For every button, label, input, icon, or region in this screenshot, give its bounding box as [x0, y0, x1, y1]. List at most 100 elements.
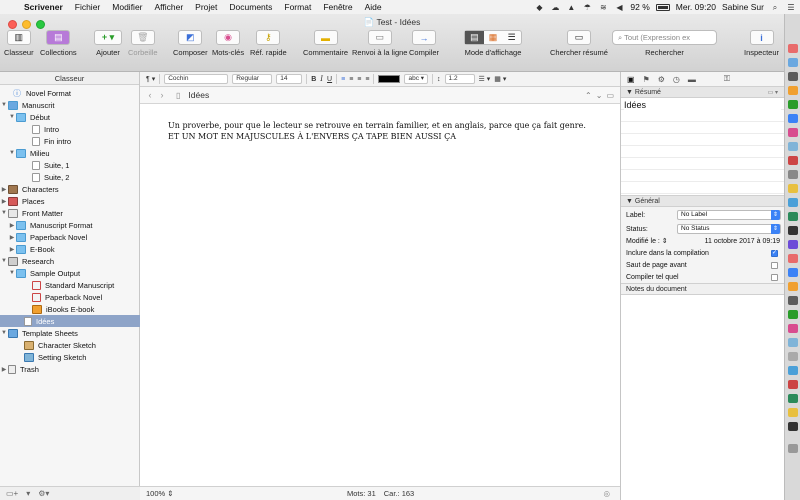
disclosure-open-icon[interactable]: ▼ [8, 270, 16, 276]
disclosure-open-icon[interactable]: ▼ [8, 114, 16, 120]
dock-app-icon[interactable] [788, 142, 798, 151]
align-left-icon[interactable]: ≡ [341, 76, 345, 83]
inspector-toggle-button[interactable]: i Inspecteur [744, 30, 779, 57]
menu-fichier[interactable]: Fichier [69, 2, 107, 12]
binder-item-character-sketch[interactable]: Character Sketch [0, 339, 140, 351]
dock-app-icon[interactable] [788, 282, 798, 291]
dock-app-icon[interactable] [788, 366, 798, 375]
disclosure-closed-icon[interactable]: ▶ [8, 246, 16, 253]
synopsis-header[interactable]: ▼ Résumé ▭ ▾ [621, 87, 784, 98]
binder-item-places[interactable]: ▶ Places [0, 195, 140, 207]
disclosure-closed-icon[interactable]: ▶ [0, 198, 8, 205]
disclosure-open-icon[interactable]: ▼ [0, 210, 8, 216]
quick-reference-button[interactable]: ⚷ Réf. rapide [250, 30, 287, 57]
compile-button[interactable]: → Compiler [409, 30, 439, 57]
back-arrow-icon[interactable]: ‹ [144, 90, 156, 100]
cloud-icon[interactable]: ☁ [550, 3, 560, 12]
menu-fenetre[interactable]: Fenêtre [317, 2, 358, 12]
binder-item-milieu[interactable]: ▼ Milieu [0, 147, 140, 159]
collections-toggle-button[interactable]: ▤ Collections [40, 30, 77, 57]
menu-modifier[interactable]: Modifier [106, 2, 148, 12]
underline-icon[interactable]: U [327, 76, 332, 83]
dock-app-icon[interactable] [788, 352, 798, 361]
disclosure-closed-icon[interactable]: ▶ [0, 186, 8, 193]
page-break-checkbox[interactable] [771, 261, 778, 269]
document-notes-area[interactable] [621, 295, 784, 500]
notes-tab-icon[interactable]: ▣ [627, 75, 635, 84]
keywords-button[interactable]: ◉ Mots-clés [212, 30, 244, 57]
menu-projet[interactable]: Projet [189, 2, 223, 12]
label-select[interactable]: No Label [677, 210, 781, 220]
user-name[interactable]: Sabine Sur [722, 2, 764, 12]
disclosure-closed-icon[interactable]: ▶ [8, 234, 16, 241]
forward-arrow-icon[interactable]: › [156, 90, 168, 100]
clock[interactable]: Mer. 09:20 [676, 2, 716, 12]
dock-app-icon[interactable] [788, 184, 798, 193]
disclosure-open-icon[interactable]: ▼ [0, 102, 8, 108]
binder-item-setting-sketch[interactable]: Setting Sketch [0, 351, 140, 363]
document-view-icon[interactable]: ▤ [465, 31, 484, 44]
binder-item-manuscrit[interactable]: ▼ Manuscrit [0, 99, 140, 111]
dock-app-icon[interactable] [788, 296, 798, 305]
synopsis-text-area[interactable]: Idées [621, 98, 784, 196]
binder-item-ibooks-e-book[interactable]: iBooks E-book [0, 303, 140, 315]
menu-app-name[interactable]: Scrivener [18, 2, 69, 12]
target-icon[interactable]: ◎ [603, 489, 610, 498]
dropbox-icon[interactable]: ◆ [534, 3, 544, 12]
settings-gear-icon[interactable]: ⚙▾ [38, 489, 49, 498]
dock-app-icon[interactable] [788, 128, 798, 137]
font-style-select[interactable]: Regular [232, 74, 273, 84]
comment-button[interactable]: ▬ Commentaire [303, 30, 348, 57]
line-break-button[interactable]: ▭ Renvoi à la ligne [352, 30, 407, 57]
dock-app-icon[interactable] [788, 170, 798, 179]
evernote-icon[interactable]: ▲ [566, 3, 576, 12]
dock-app-icon[interactable] [788, 226, 798, 235]
volume-icon[interactable]: ◀ [614, 3, 624, 12]
binder-item-fin-intro[interactable]: Fin intro [0, 135, 140, 147]
compile-as-is-checkbox[interactable] [771, 273, 778, 281]
document-notes-header[interactable]: Notes du document [621, 283, 784, 295]
dock-app-icon[interactable] [788, 100, 798, 109]
outline-view-icon[interactable]: ☰ [502, 31, 521, 44]
dock-app-icon[interactable] [788, 44, 798, 53]
editor-document-title[interactable]: Idées [188, 90, 209, 100]
search-input[interactable]: ⌕ Tout (Expression ex [612, 30, 717, 45]
dock-app-icon[interactable] [788, 58, 798, 67]
battery-percent[interactable]: 92 % [630, 2, 649, 12]
dock-app-icon[interactable] [788, 72, 798, 81]
umbrella-icon[interactable]: ☂ [582, 3, 592, 12]
dock-app-icon[interactable] [788, 394, 798, 403]
text-color-swatch[interactable] [378, 75, 401, 83]
align-justify-icon[interactable]: ≡ [365, 76, 369, 83]
binder-item-standard-manuscript[interactable]: Standard Manuscript [0, 279, 140, 291]
binder-item-manuscript-format[interactable]: ▶ Manuscript Format [0, 219, 140, 231]
binder-item-novel-format[interactable]: ⓘ Novel Format [0, 87, 140, 99]
add-button[interactable]: + ▾ Ajouter [94, 30, 122, 57]
paragraph-style-icon[interactable]: ¶ ▾ [146, 75, 155, 83]
binder-item-suite-2[interactable]: Suite, 2 [0, 171, 140, 183]
disclosure-open-icon[interactable]: ▼ [0, 258, 8, 264]
line-spacing-select[interactable]: 1.2 [444, 74, 475, 84]
menu-format[interactable]: Format [278, 2, 317, 12]
lock-icon[interactable]: ⚿ [724, 74, 730, 84]
disclosure-closed-icon[interactable]: ▶ [0, 366, 8, 373]
document-proxy-icon[interactable]: 📄 [364, 17, 375, 27]
binder-item-intro[interactable]: Intro [0, 123, 140, 135]
spotlight-icon[interactable]: ⌕ [770, 3, 780, 12]
table-icon[interactable]: ▦ ▾ [494, 75, 506, 83]
highlight-color-button[interactable]: abc ▾ [404, 74, 429, 84]
binder-item-research[interactable]: ▼ Research [0, 255, 140, 267]
down-arrow-icon[interactable]: ⌄ [596, 91, 603, 100]
dock-app-icon[interactable] [788, 422, 798, 431]
disclosure-open-icon[interactable]: ▼ [0, 330, 8, 336]
zoom-select[interactable]: 100% ⇕ [146, 489, 186, 498]
binder-item-e-book[interactable]: ▶ E-Book [0, 243, 140, 255]
font-family-select[interactable]: Cochin [164, 74, 229, 84]
binder-item-suite-1[interactable]: Suite, 1 [0, 159, 140, 171]
binder-item-debut[interactable]: ▼ Début [0, 111, 140, 123]
binder-item-paperback-novel-pdf[interactable]: Paperback Novel [0, 291, 140, 303]
add-folder-icon[interactable]: ▭+ [6, 489, 18, 498]
up-arrow-icon[interactable]: ⌃ [585, 91, 592, 100]
dock-app-icon[interactable] [788, 156, 798, 165]
font-size-field[interactable]: 14 [276, 74, 303, 84]
